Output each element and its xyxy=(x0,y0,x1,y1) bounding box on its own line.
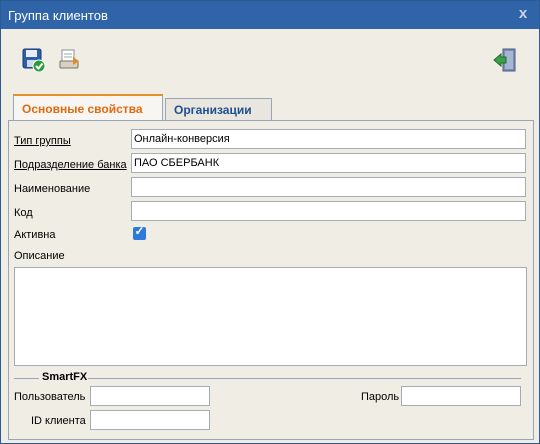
client-id-label: ID клиента xyxy=(31,415,86,427)
code-label: Код xyxy=(14,207,33,219)
bank-division-label[interactable]: Подразделение банка xyxy=(14,159,127,171)
name-label: Наименование xyxy=(14,183,91,195)
client-id-field[interactable] xyxy=(90,410,210,430)
name-field[interactable] xyxy=(131,177,526,197)
group-type-label[interactable]: Тип группы xyxy=(14,135,71,147)
active-label: Активна xyxy=(14,229,56,241)
smartfx-legend: SmartFX xyxy=(41,371,89,383)
save-icon xyxy=(22,48,46,73)
title-bar[interactable]: Группа клиентов x xyxy=(1,1,539,29)
bank-division-field[interactable]: ПАО СБЕРБАНК xyxy=(131,153,526,173)
window-title: Группа клиентов xyxy=(8,8,108,23)
fieldset-divider-left xyxy=(14,378,39,379)
group-type-field[interactable]: Онлайн-конверсия xyxy=(131,129,526,149)
export-button[interactable] xyxy=(57,48,81,72)
close-button[interactable]: x xyxy=(514,5,532,23)
description-label: Описание xyxy=(14,250,65,262)
code-field[interactable] xyxy=(131,201,526,221)
description-textarea[interactable] xyxy=(14,267,527,366)
tab-organizations[interactable]: Организации xyxy=(165,98,272,121)
save-button[interactable] xyxy=(22,48,46,73)
password-label: Пароль xyxy=(361,391,400,403)
password-field[interactable] xyxy=(401,386,521,406)
checkmark-icon: ✓ xyxy=(134,224,145,238)
user-field[interactable] xyxy=(90,386,210,406)
fieldset-divider-right xyxy=(81,378,521,379)
export-icon xyxy=(59,49,79,69)
tab-main-properties[interactable]: Основные свойства xyxy=(13,94,163,122)
exit-button[interactable] xyxy=(493,48,517,72)
dialog-window: Группа клиентов x Основные свойства Орга… xyxy=(0,0,540,444)
active-checkbox[interactable]: ✓ xyxy=(133,224,146,240)
user-label: Пользователь xyxy=(14,391,86,403)
exit-icon xyxy=(493,48,516,72)
